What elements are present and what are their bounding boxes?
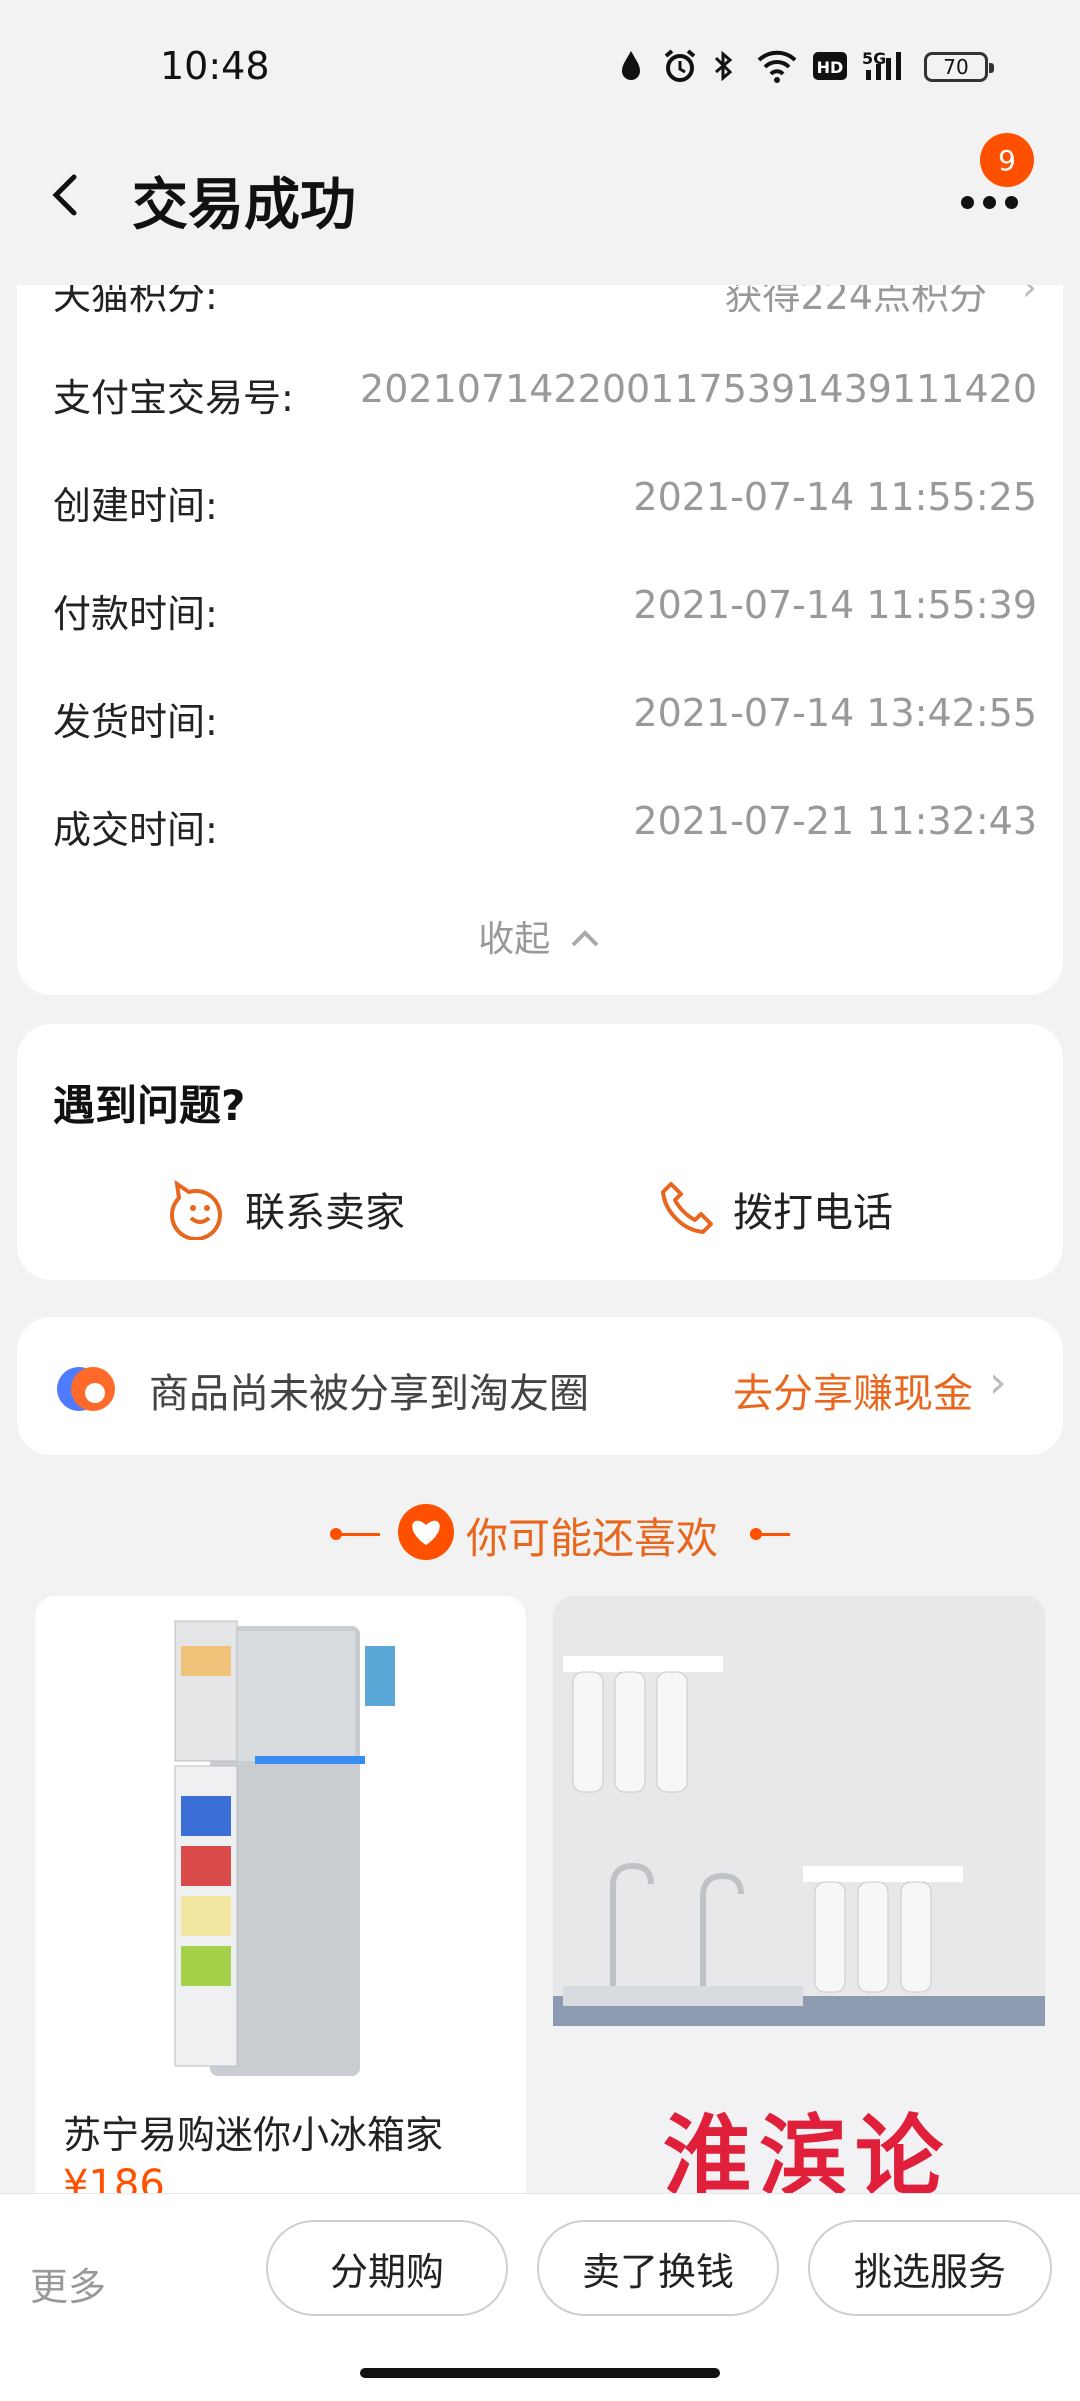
call-phone-label: 拨打电话: [733, 1190, 893, 1236]
detail-row: 成交时间: 2021-07-21 11:32:43: [53, 799, 1037, 859]
chevron-up-icon: [571, 930, 599, 947]
share-earn-link[interactable]: 去分享赚现金: [733, 1361, 973, 1419]
resell-button[interactable]: 卖了换钱: [537, 2220, 779, 2316]
detail-value[interactable]: 2021071422001175391439111420: [360, 367, 1037, 411]
hd-icon: HD: [812, 48, 848, 84]
detail-label: 发货时间:: [53, 700, 218, 744]
dot-icon: [1005, 196, 1018, 209]
phone-icon: [661, 1182, 713, 1234]
detail-label: 成交时间:: [53, 808, 218, 852]
back-button[interactable]: [44, 165, 84, 235]
water-drop-icon: [616, 48, 646, 84]
svg-text:5G: 5G: [862, 49, 886, 68]
chat-face-icon: [170, 1179, 222, 1240]
order-details-card: 天猫积分: 获得224点积分 › 支付宝交易号: 202107142200117…: [17, 285, 1063, 995]
chevron-right-icon: ›: [989, 1357, 1007, 1408]
detail-value: 获得224点积分: [724, 285, 987, 318]
detail-value: 2021-07-14 11:55:39: [633, 583, 1037, 627]
chevron-left-icon: [52, 174, 77, 216]
detail-row: 创建时间: 2021-07-14 11:55:25: [53, 475, 1037, 535]
installment-buy-button[interactable]: 分期购: [266, 2220, 508, 2316]
detail-label: 付款时间:: [53, 592, 218, 636]
battery-indicator: 70: [924, 52, 994, 82]
detail-row: 支付宝交易号: 2021071422001175391439111420: [53, 367, 1037, 427]
product-card[interactable]: 淮滨论坛: [553, 1596, 1045, 2216]
chevron-right-icon: ›: [1021, 285, 1037, 309]
product-card[interactable]: 苏宁易购迷你小冰箱家 ¥186: [35, 1596, 526, 2216]
recommend-title: 你可能还喜欢: [466, 1514, 719, 1563]
taoyouquan-logo-icon: [57, 1367, 115, 1411]
share-card[interactable]: 商品尚未被分享到淘友圈 去分享赚现金 ›: [17, 1317, 1063, 1455]
detail-label: 创建时间:: [53, 484, 218, 528]
detail-value: 2021-07-14 13:42:55: [633, 691, 1037, 735]
detail-value: 2021-07-14 11:55:25: [633, 475, 1037, 519]
call-phone-button[interactable]: 拨打电话: [657, 1174, 893, 1244]
detail-row-points[interactable]: 天猫积分: 获得224点积分 ›: [53, 285, 1037, 325]
contact-seller-label: 联系卖家: [245, 1190, 405, 1236]
dot-icon: [961, 196, 974, 209]
detail-value: 2021-07-21 11:32:43: [633, 799, 1037, 843]
divider-dot: [750, 1528, 762, 1540]
problem-title: 遇到问题?: [53, 1081, 246, 1130]
more-button[interactable]: 更多: [30, 2256, 106, 2311]
collapse-label: 收起: [478, 919, 551, 960]
status-time: 10:48: [160, 44, 270, 88]
signal-icon: 5G: [862, 48, 914, 84]
heart-icon: [398, 1504, 454, 1560]
notification-badge: 9: [980, 133, 1034, 187]
share-status-text: 商品尚未被分享到淘友圈: [149, 1371, 589, 1417]
dot-icon: [983, 196, 996, 209]
problem-card: 遇到问题? 联系卖家 拨打电话: [17, 1024, 1063, 1280]
contact-seller-button[interactable]: 联系卖家: [169, 1174, 405, 1244]
wifi-icon: [756, 48, 798, 84]
svg-text:HD: HD: [817, 58, 844, 77]
detail-row: 发货时间: 2021-07-14 13:42:55: [53, 691, 1037, 751]
detail-label: 支付宝交易号:: [53, 376, 294, 420]
home-indicator[interactable]: [360, 2368, 720, 2378]
divider-line: [340, 1533, 380, 1536]
product-title: 苏宁易购迷你小冰箱家: [63, 2113, 444, 2157]
select-service-button[interactable]: 挑选服务: [808, 2220, 1052, 2316]
page-title: 交易成功: [132, 173, 356, 238]
detail-row: 付款时间: 2021-07-14 11:55:39: [53, 583, 1037, 643]
detail-label: 天猫积分:: [53, 285, 218, 318]
collapse-button[interactable]: 收起: [17, 910, 1063, 962]
alarm-icon: [662, 48, 698, 84]
fridge-image: [174, 1620, 395, 2076]
bluetooth-icon: [712, 48, 736, 84]
